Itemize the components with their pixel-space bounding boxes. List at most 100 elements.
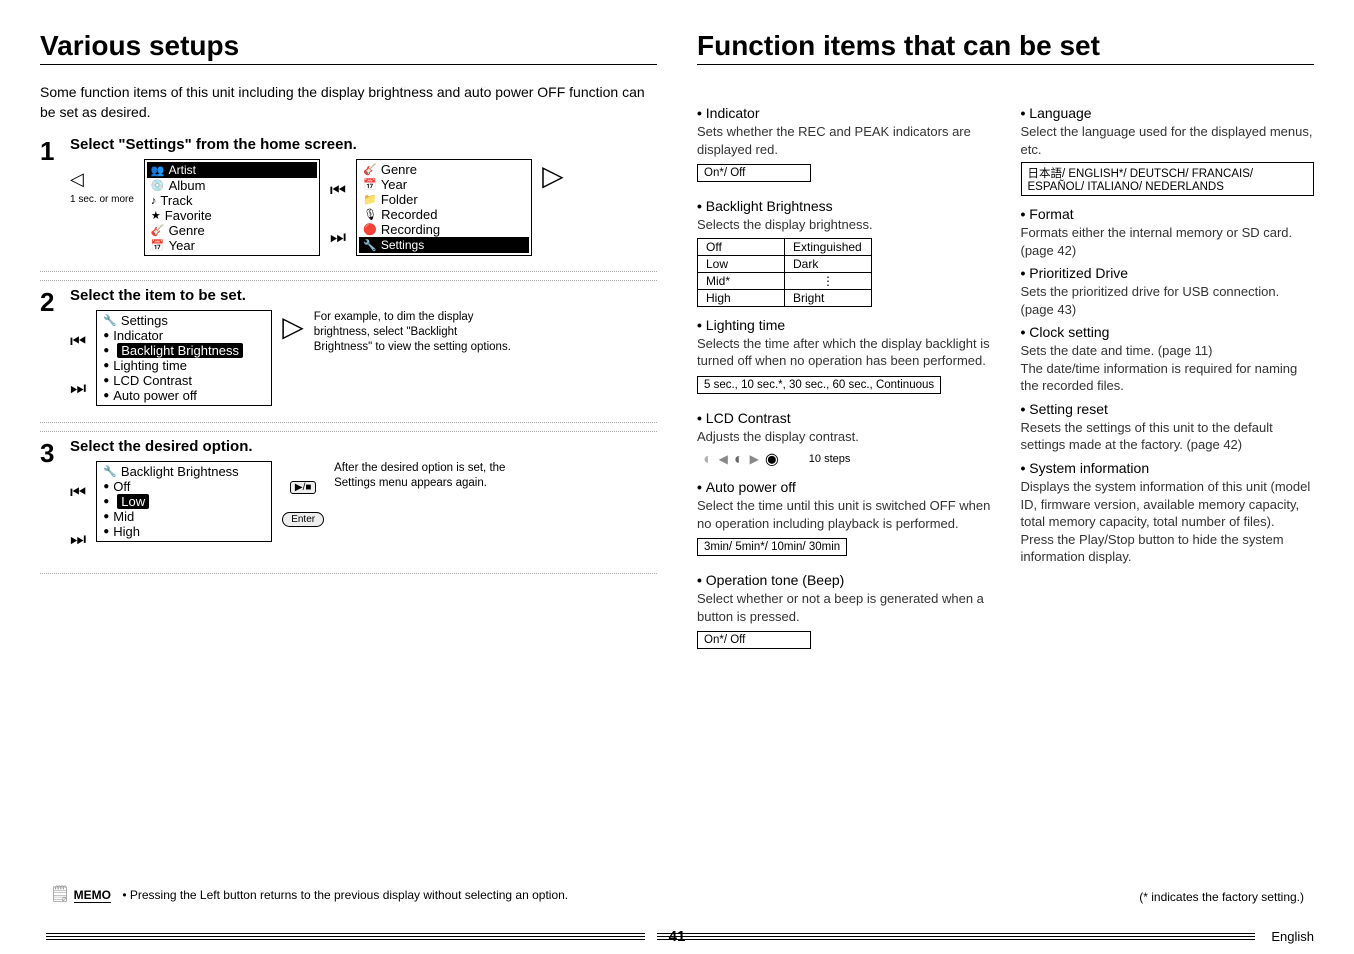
menu-item: Year bbox=[381, 177, 407, 192]
bulb-bright-icon: ◉ bbox=[765, 449, 779, 469]
table-cell: Off bbox=[698, 238, 785, 255]
footer-line-right bbox=[657, 933, 1256, 941]
item-autopower-v: 3min/ 5min*/ 10min/ 30min bbox=[697, 538, 847, 556]
item-format-h: Format bbox=[1021, 206, 1315, 222]
table-cell: Extinguished bbox=[785, 238, 872, 255]
menu-item: Album bbox=[169, 178, 206, 193]
item-clock-h: Clock setting bbox=[1021, 324, 1315, 340]
skip-back-icon: ⏮ bbox=[330, 180, 346, 201]
menu-item: Recording bbox=[381, 222, 440, 237]
skip-back-icon: ⏮ bbox=[70, 482, 86, 503]
genre-icon: 🎸 bbox=[363, 163, 377, 176]
step-3: 3 Select the desired option. ⏮ ⏭ 🔧 Backli… bbox=[40, 431, 657, 574]
table-cell: Low bbox=[698, 255, 785, 272]
favorite-icon: ★ bbox=[151, 209, 161, 222]
item-lighting-d: Selects the time after which the display… bbox=[697, 335, 991, 370]
table-cell: Mid* bbox=[698, 272, 785, 289]
step-number: 3 bbox=[40, 438, 70, 469]
step-2: 2 Select the item to be set. ⏮ ⏭ 🔧Settin… bbox=[40, 280, 657, 423]
menu-item: Favorite bbox=[165, 208, 212, 223]
nav-arrows-prev-next: ⏮ ⏭ bbox=[70, 320, 86, 410]
item-backlight-h: Backlight Brightness bbox=[697, 198, 991, 214]
menu-item: Settings bbox=[381, 238, 424, 252]
menu-item-selected: Low bbox=[117, 494, 149, 509]
menu-item: Folder bbox=[381, 192, 418, 207]
item-beep-v: On*/ Off bbox=[697, 631, 811, 649]
page-title-right: Function items that can be set bbox=[697, 30, 1314, 65]
settings-icon: 🔧 bbox=[103, 314, 117, 327]
item-backlight-d: Selects the display brightness. bbox=[697, 216, 991, 234]
option-screen: 🔧Backlight Brightness ●Off ●Low ●Mid ●Hi… bbox=[96, 461, 272, 542]
item-sysinfo-d: Displays the system information of this … bbox=[1021, 478, 1315, 566]
home-screen-b: 🎸Genre 📅Year 📁Folder 🎙Recorded 🔴Recordin… bbox=[356, 159, 532, 256]
menu-item: Mid bbox=[113, 509, 134, 524]
right-arrow-icon: ▷ bbox=[542, 159, 564, 192]
item-beep-d: Select whether or not a beep is generate… bbox=[697, 590, 991, 625]
item-autopower-h: Auto power off bbox=[697, 479, 991, 495]
skip-fwd-icon: ⏭ bbox=[70, 529, 86, 550]
item-indicator-v: On*/ Off bbox=[697, 164, 811, 182]
step-aside-note: After the desired option is set, the Set… bbox=[334, 461, 534, 491]
item-language-h: Language bbox=[1021, 105, 1315, 121]
menu-item-selected: Backlight Brightness bbox=[117, 343, 243, 358]
contrast-steps-label: 10 steps bbox=[809, 453, 851, 465]
backlight-table: OffExtinguished LowDark Mid*⋮ HighBright bbox=[697, 238, 872, 307]
menu-item: Recorded bbox=[381, 207, 437, 222]
page-footer: 41 English bbox=[0, 929, 1354, 944]
item-autopower-d: Select the time until this unit is switc… bbox=[697, 497, 991, 532]
menu-item: Genre bbox=[381, 162, 417, 177]
menu-item: Indicator bbox=[113, 328, 163, 343]
bulb-dark-icon: ◐ bbox=[703, 451, 713, 469]
item-lcd-h: LCD Contrast bbox=[697, 410, 991, 426]
table-cell: High bbox=[698, 289, 785, 306]
step-1: 1 Select "Settings" from the home screen… bbox=[40, 130, 657, 272]
artist-icon: 👥 bbox=[151, 164, 165, 177]
year-icon: 📅 bbox=[151, 239, 165, 252]
recorded-icon: 🎙 bbox=[363, 208, 377, 221]
table-cell: Bright bbox=[785, 289, 872, 306]
item-language-d: Select the language used for the display… bbox=[1021, 123, 1315, 158]
home-screen-a: 👥Artist 💿Album ♪Track ★Favorite 🎸Genre 📅… bbox=[144, 159, 320, 256]
item-lighting-h: Lighting time bbox=[697, 317, 991, 333]
table-cell: Dark bbox=[785, 255, 872, 272]
settings-icon: 🔧 bbox=[103, 465, 117, 478]
step-number: 2 bbox=[40, 287, 70, 318]
item-language-v: 日本語/ ENGLISH*/ DEUTSCH/ FRANCAIS/ ESPAÑO… bbox=[1021, 162, 1315, 196]
step-title: Select the desired option. bbox=[70, 438, 657, 455]
item-lighting-v: 5 sec., 10 sec.*, 30 sec., 60 sec., Cont… bbox=[697, 376, 941, 394]
skip-fwd-icon: ⏭ bbox=[70, 378, 86, 399]
item-beep-h: Operation tone (Beep) bbox=[697, 572, 991, 588]
menu-item: High bbox=[113, 524, 140, 539]
memo-label: MEMO bbox=[74, 888, 111, 903]
play-stop-button-icon: ▶/■ bbox=[290, 481, 317, 494]
memo-icon: 🗒 bbox=[50, 886, 70, 903]
item-indicator-h: Indicator bbox=[697, 105, 991, 121]
item-drive-h: Prioritized Drive bbox=[1021, 265, 1315, 281]
item-reset-h: Setting reset bbox=[1021, 401, 1315, 417]
menu-item: Off bbox=[113, 479, 130, 494]
item-drive-d: Sets the prioritized drive for USB conne… bbox=[1021, 283, 1315, 318]
contrast-figure: ◐ ◀ ◐ ▶ ◉ 10 steps bbox=[703, 449, 991, 469]
menu-item: Year bbox=[169, 238, 195, 253]
menu-item: Lighting time bbox=[113, 358, 187, 373]
settings-icon: 🔧 bbox=[363, 239, 377, 252]
menu-item: Artist bbox=[169, 163, 196, 177]
item-format-d: Formats either the internal memory or SD… bbox=[1021, 224, 1315, 259]
step-aside-note: For example, to dim the display brightne… bbox=[314, 310, 514, 355]
year-icon: 📅 bbox=[363, 178, 377, 191]
left-arrow-icon: ◁ bbox=[70, 169, 134, 190]
step-title: Select the item to be set. bbox=[70, 287, 657, 304]
screen-header: Backlight Brightness bbox=[121, 464, 239, 479]
folder-icon: 📁 bbox=[363, 193, 377, 206]
factory-note: (* indicates the factory setting.) bbox=[1139, 890, 1304, 904]
step-number: 1 bbox=[40, 136, 70, 167]
enter-button-icon: Enter bbox=[282, 512, 324, 527]
page-title-left: Various setups bbox=[40, 30, 657, 65]
track-icon: ♪ bbox=[151, 195, 157, 207]
footer-line-left bbox=[46, 933, 645, 941]
settings-screen: 🔧Settings ●Indicator ●Backlight Brightne… bbox=[96, 310, 272, 406]
item-reset-d: Resets the settings of this unit to the … bbox=[1021, 419, 1315, 454]
step-title: Select "Settings" from the home screen. bbox=[70, 136, 657, 153]
page-number: 41 bbox=[669, 928, 686, 945]
nav-arrows-prev-next: ⏮ ⏭ bbox=[330, 169, 346, 259]
